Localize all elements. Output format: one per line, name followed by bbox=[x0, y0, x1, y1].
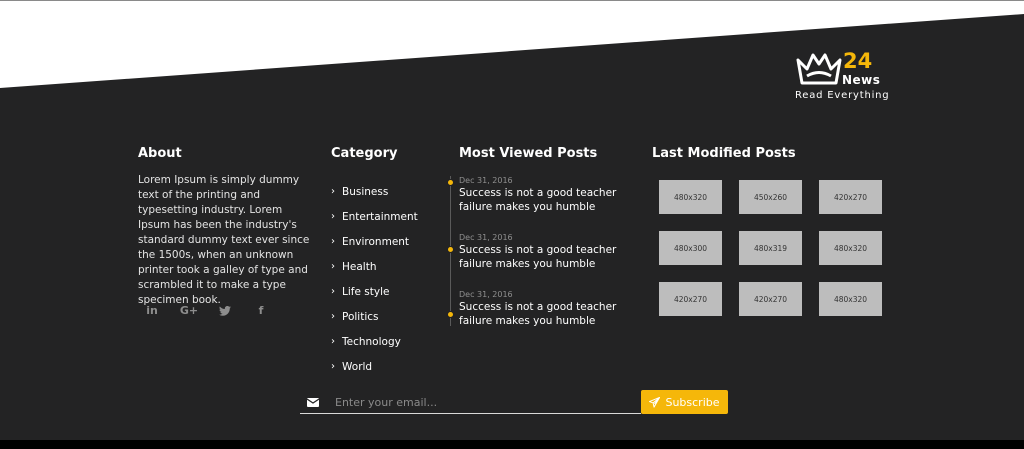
post-thumbnail[interactable]: 480x300 bbox=[659, 231, 722, 265]
twitter-icon[interactable] bbox=[215, 302, 235, 320]
category-item[interactable]: › Health bbox=[331, 254, 418, 279]
chevron-right-icon: › bbox=[331, 311, 335, 322]
about-title: About bbox=[138, 146, 182, 161]
most-viewed-post[interactable]: Dec 31, 2016 Success is not a good teach… bbox=[447, 289, 629, 328]
category-item[interactable]: › Life style bbox=[331, 279, 418, 304]
logo-name: News bbox=[842, 73, 881, 87]
post-thumbnail[interactable]: 480x319 bbox=[739, 231, 802, 265]
email-input[interactable] bbox=[327, 391, 641, 414]
subscribe-label: Subscribe bbox=[665, 395, 720, 409]
chevron-right-icon: › bbox=[331, 236, 335, 247]
crown-icon bbox=[796, 53, 842, 85]
post-title[interactable]: Success is not a good teacher failure ma… bbox=[459, 300, 629, 328]
email-field-underline bbox=[300, 413, 327, 414]
post-date: Dec 31, 2016 bbox=[459, 176, 513, 185]
timeline-dot bbox=[447, 311, 454, 318]
post-thumbnail[interactable]: 420x270 bbox=[819, 180, 882, 214]
post-date: Dec 31, 2016 bbox=[459, 290, 513, 299]
subscribe-button[interactable]: Subscribe bbox=[641, 390, 728, 414]
post-title[interactable]: Success is not a good teacher failure ma… bbox=[459, 186, 629, 214]
about-text: Lorem Ipsum is simply dummy text of the … bbox=[138, 174, 310, 306]
logo-number: 24 bbox=[843, 49, 873, 73]
category-item[interactable]: › Technology bbox=[331, 329, 418, 354]
chevron-right-icon: › bbox=[331, 186, 335, 197]
post-thumbnail[interactable]: 480x320 bbox=[819, 231, 882, 265]
logo-tagline: Read Everything bbox=[795, 90, 890, 101]
most-viewed-post[interactable]: Dec 31, 2016 Success is not a good teach… bbox=[447, 175, 629, 214]
last-modified-title: Last Modified Posts bbox=[652, 146, 796, 161]
chevron-right-icon: › bbox=[331, 261, 335, 272]
envelope-icon bbox=[300, 391, 326, 414]
most-viewed-title: Most Viewed Posts bbox=[459, 146, 598, 161]
post-thumbnail[interactable]: 480x320 bbox=[659, 180, 722, 214]
timeline-dot bbox=[447, 246, 454, 253]
most-viewed-post[interactable]: Dec 31, 2016 Success is not a good teach… bbox=[447, 232, 629, 271]
category-item[interactable]: › Business bbox=[331, 179, 418, 204]
site-logo[interactable]: 24 News Read Everything bbox=[793, 45, 893, 103]
bottom-bar bbox=[0, 440, 1024, 449]
chevron-right-icon: › bbox=[331, 286, 335, 297]
post-thumbnail[interactable]: 420x270 bbox=[739, 282, 802, 316]
google-plus-icon[interactable]: G+ bbox=[178, 302, 200, 320]
chevron-right-icon: › bbox=[331, 211, 335, 222]
post-thumbnail[interactable]: 480x320 bbox=[819, 282, 882, 316]
post-thumbnail[interactable]: 450x260 bbox=[739, 180, 802, 214]
paper-plane-icon bbox=[649, 396, 661, 408]
category-list: › Business › Entertainment › Environment › H… bbox=[331, 179, 418, 379]
chevron-right-icon: › bbox=[331, 336, 335, 347]
category-title: Category bbox=[331, 146, 398, 161]
post-title[interactable]: Success is not a good teacher failure ma… bbox=[459, 243, 629, 271]
category-item[interactable]: › Politics bbox=[331, 304, 418, 329]
category-item[interactable]: › World bbox=[331, 354, 418, 379]
post-thumbnail[interactable]: 420x270 bbox=[659, 282, 722, 316]
category-item[interactable]: › Environment bbox=[331, 229, 418, 254]
post-date: Dec 31, 2016 bbox=[459, 233, 513, 242]
facebook-icon[interactable]: f bbox=[251, 302, 271, 320]
chevron-right-icon: › bbox=[331, 361, 335, 372]
timeline-dot bbox=[447, 179, 454, 186]
linkedin-icon[interactable]: in bbox=[142, 302, 162, 320]
category-item[interactable]: › Entertainment bbox=[331, 204, 418, 229]
